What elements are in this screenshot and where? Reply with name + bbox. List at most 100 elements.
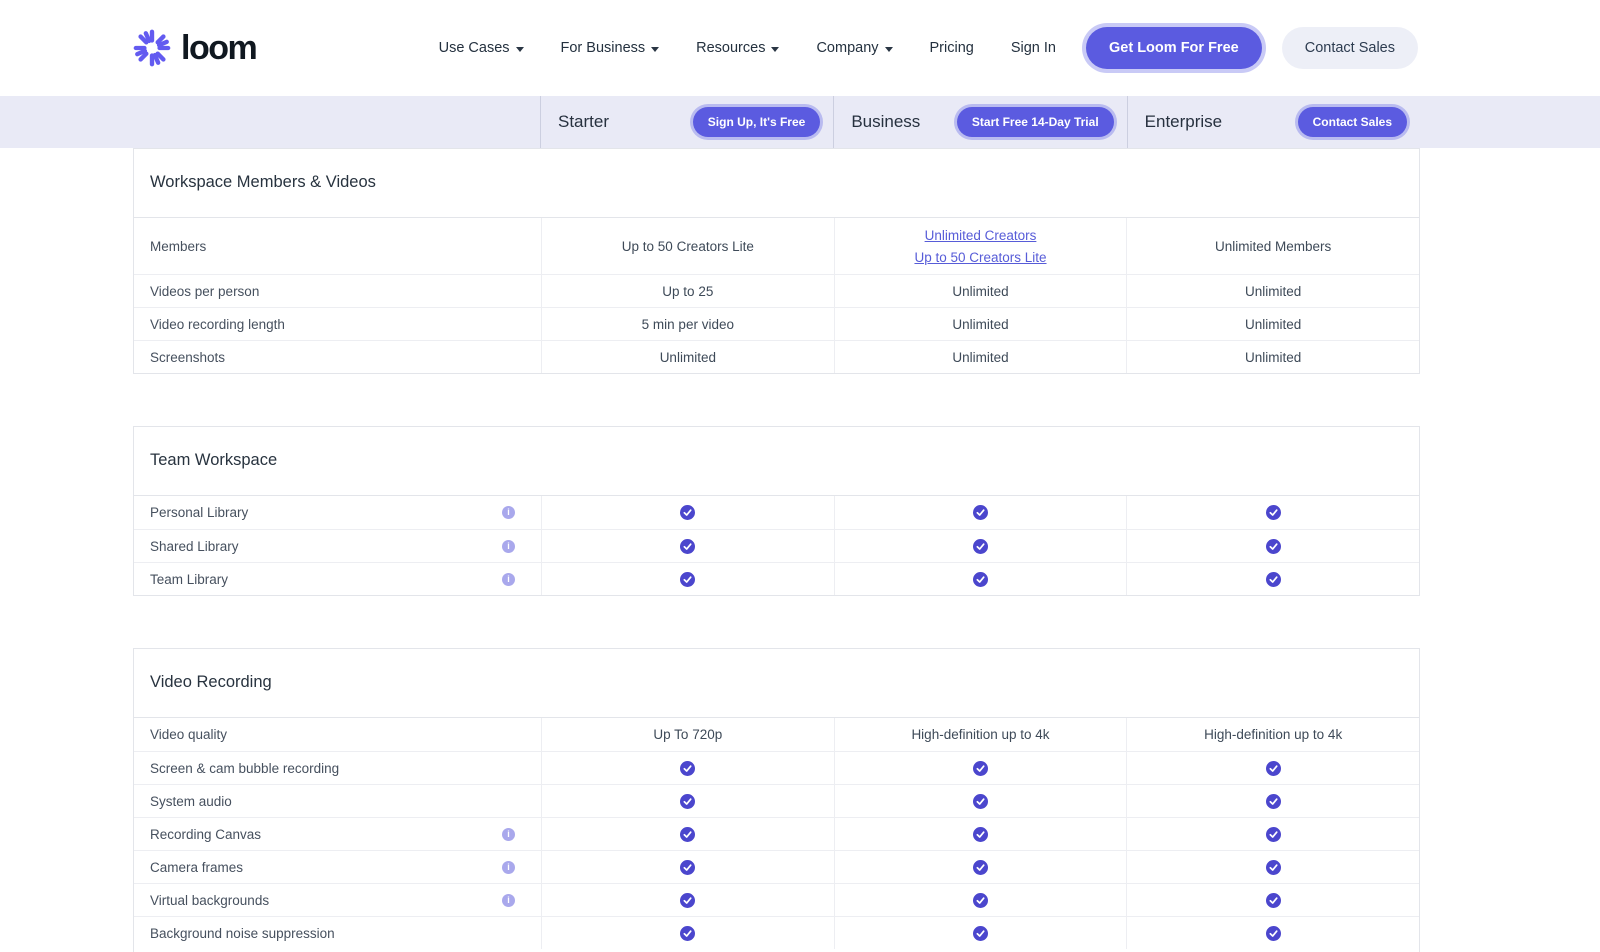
plan-column-business: Business Start Free 14-Day Trial <box>833 96 1126 148</box>
value-text: Unlimited <box>952 350 1008 365</box>
table-row: Video quality Up To 720p High-definition u… <box>134 718 1419 751</box>
info-icon[interactable]: i <box>502 861 515 874</box>
nav-item-pricing[interactable]: Pricing <box>930 40 974 56</box>
table-row: Recording Canvas i <box>134 817 1419 850</box>
table-row: Videos per person Up to 25 Unlimited Unlimi… <box>134 274 1419 307</box>
plan-value-cell <box>834 917 1127 949</box>
starter-signup-button[interactable]: Sign Up, It's Free <box>693 107 821 137</box>
table-row: Shared Libraryi <box>134 529 1419 562</box>
main-nav: Use Cases For Business Resources Company… <box>439 40 1056 56</box>
check-icon <box>1266 539 1281 554</box>
nav-item-for-business[interactable]: For Business <box>561 40 660 56</box>
plan-name-enterprise: Enterprise <box>1145 112 1222 132</box>
plan-value-cell <box>541 917 834 949</box>
check-icon <box>973 572 988 587</box>
plan-value-cell <box>1126 917 1419 949</box>
check-icon <box>1266 827 1281 842</box>
value-link[interactable]: Unlimited Creators <box>925 228 1037 243</box>
value-text: Unlimited <box>952 317 1008 332</box>
feature-label-text: Members <box>150 239 206 254</box>
feature-label-text: Team Library <box>150 572 228 587</box>
plan-value-cell: Unlimited <box>1126 341 1419 373</box>
check-icon <box>680 827 695 842</box>
feature-label-text: Videos per person <box>150 284 259 299</box>
feature-label: Videos per person <box>134 275 541 307</box>
check-icon <box>1266 572 1281 587</box>
nav-item-company[interactable]: Company <box>816 40 892 56</box>
plan-value-cell: Up To 720p <box>541 718 834 751</box>
value-text: Unlimited <box>1245 317 1301 332</box>
feature-label: Background noise suppression <box>134 917 541 949</box>
get-loom-free-button[interactable]: Get Loom For Free <box>1086 27 1262 69</box>
value-text: High-definition up to 4k <box>911 727 1049 742</box>
plan-bar-spacer <box>0 96 540 148</box>
plan-name-business: Business <box>851 112 920 132</box>
plan-value-cell <box>541 496 834 529</box>
table-row: System audio <box>134 784 1419 817</box>
plan-value-cell <box>834 530 1127 562</box>
plan-column-starter: Starter Sign Up, It's Free <box>540 96 833 148</box>
business-trial-button[interactable]: Start Free 14-Day Trial <box>957 107 1114 137</box>
plan-value-cell <box>541 851 834 883</box>
feature-section: Workspace Members & VideosMembersUp to 5… <box>133 148 1420 374</box>
plan-value-cell: Unlimited <box>834 341 1127 373</box>
plan-comparison-header: Starter Sign Up, It's Free Business Star… <box>0 96 1600 148</box>
value-text: Unlimited <box>952 284 1008 299</box>
feature-label-text: Recording Canvas <box>150 827 261 842</box>
chevron-down-icon <box>516 47 524 52</box>
check-icon <box>1266 794 1281 809</box>
nav-item-sign-in[interactable]: Sign In <box>1011 40 1056 56</box>
value-text: Up to 25 <box>662 284 713 299</box>
plan-value-cell <box>834 884 1127 916</box>
check-icon <box>680 572 695 587</box>
section-title: Video Recording <box>134 649 1419 718</box>
enterprise-contact-button[interactable]: Contact Sales <box>1298 107 1407 137</box>
feature-section: Team WorkspacePersonal LibraryiShared Li… <box>133 426 1420 596</box>
value-text: 5 min per video <box>642 317 734 332</box>
contact-sales-nav-button[interactable]: Contact Sales <box>1282 27 1418 69</box>
info-icon[interactable]: i <box>502 828 515 841</box>
plan-value-cell <box>1126 818 1419 850</box>
check-icon <box>680 505 695 520</box>
plan-value-cell <box>834 785 1127 817</box>
value-text: Unlimited <box>1245 284 1301 299</box>
feature-label-text: System audio <box>150 794 232 809</box>
plan-value-cell: Up to 25 <box>541 275 834 307</box>
plan-value-cell: Unlimited <box>834 275 1127 307</box>
value-text: Unlimited Members <box>1215 239 1331 254</box>
plan-value-cell <box>541 530 834 562</box>
value-text: Unlimited <box>1245 350 1301 365</box>
check-icon <box>680 539 695 554</box>
info-icon[interactable]: i <box>502 573 515 586</box>
feature-label-text: Video quality <box>150 727 227 742</box>
plan-value-cell <box>834 752 1127 784</box>
nav-item-use-cases[interactable]: Use Cases <box>439 40 524 56</box>
feature-label: Virtual backgroundsi <box>134 884 541 916</box>
feature-label: Recording Canvas i <box>134 818 541 850</box>
feature-label: Screen & cam bubble recording <box>134 752 541 784</box>
info-icon[interactable]: i <box>502 894 515 907</box>
value-text: Unlimited <box>660 350 716 365</box>
chevron-down-icon <box>651 47 659 52</box>
loom-logo[interactable]: loom <box>133 29 256 67</box>
check-icon <box>1266 860 1281 875</box>
check-icon <box>973 761 988 776</box>
feature-label: Video recording length <box>134 308 541 340</box>
plan-value-cell <box>834 563 1127 595</box>
value-link[interactable]: Up to 50 Creators Lite <box>914 250 1046 265</box>
plan-value-cell <box>1126 851 1419 883</box>
plan-value-cell <box>541 818 834 850</box>
table-row: Camera frames i <box>134 850 1419 883</box>
feature-label: Members <box>134 218 541 274</box>
plan-value-cell <box>1126 563 1419 595</box>
info-icon[interactable]: i <box>502 540 515 553</box>
info-icon[interactable]: i <box>502 506 515 519</box>
check-icon <box>973 539 988 554</box>
feature-label-text: Video recording length <box>150 317 285 332</box>
feature-label: Shared Libraryi <box>134 530 541 562</box>
feature-label-text: Camera frames <box>150 860 243 875</box>
plan-value-cell <box>834 496 1127 529</box>
nav-item-resources[interactable]: Resources <box>696 40 779 56</box>
value-text: High-definition up to 4k <box>1204 727 1342 742</box>
feature-label: Camera frames i <box>134 851 541 883</box>
